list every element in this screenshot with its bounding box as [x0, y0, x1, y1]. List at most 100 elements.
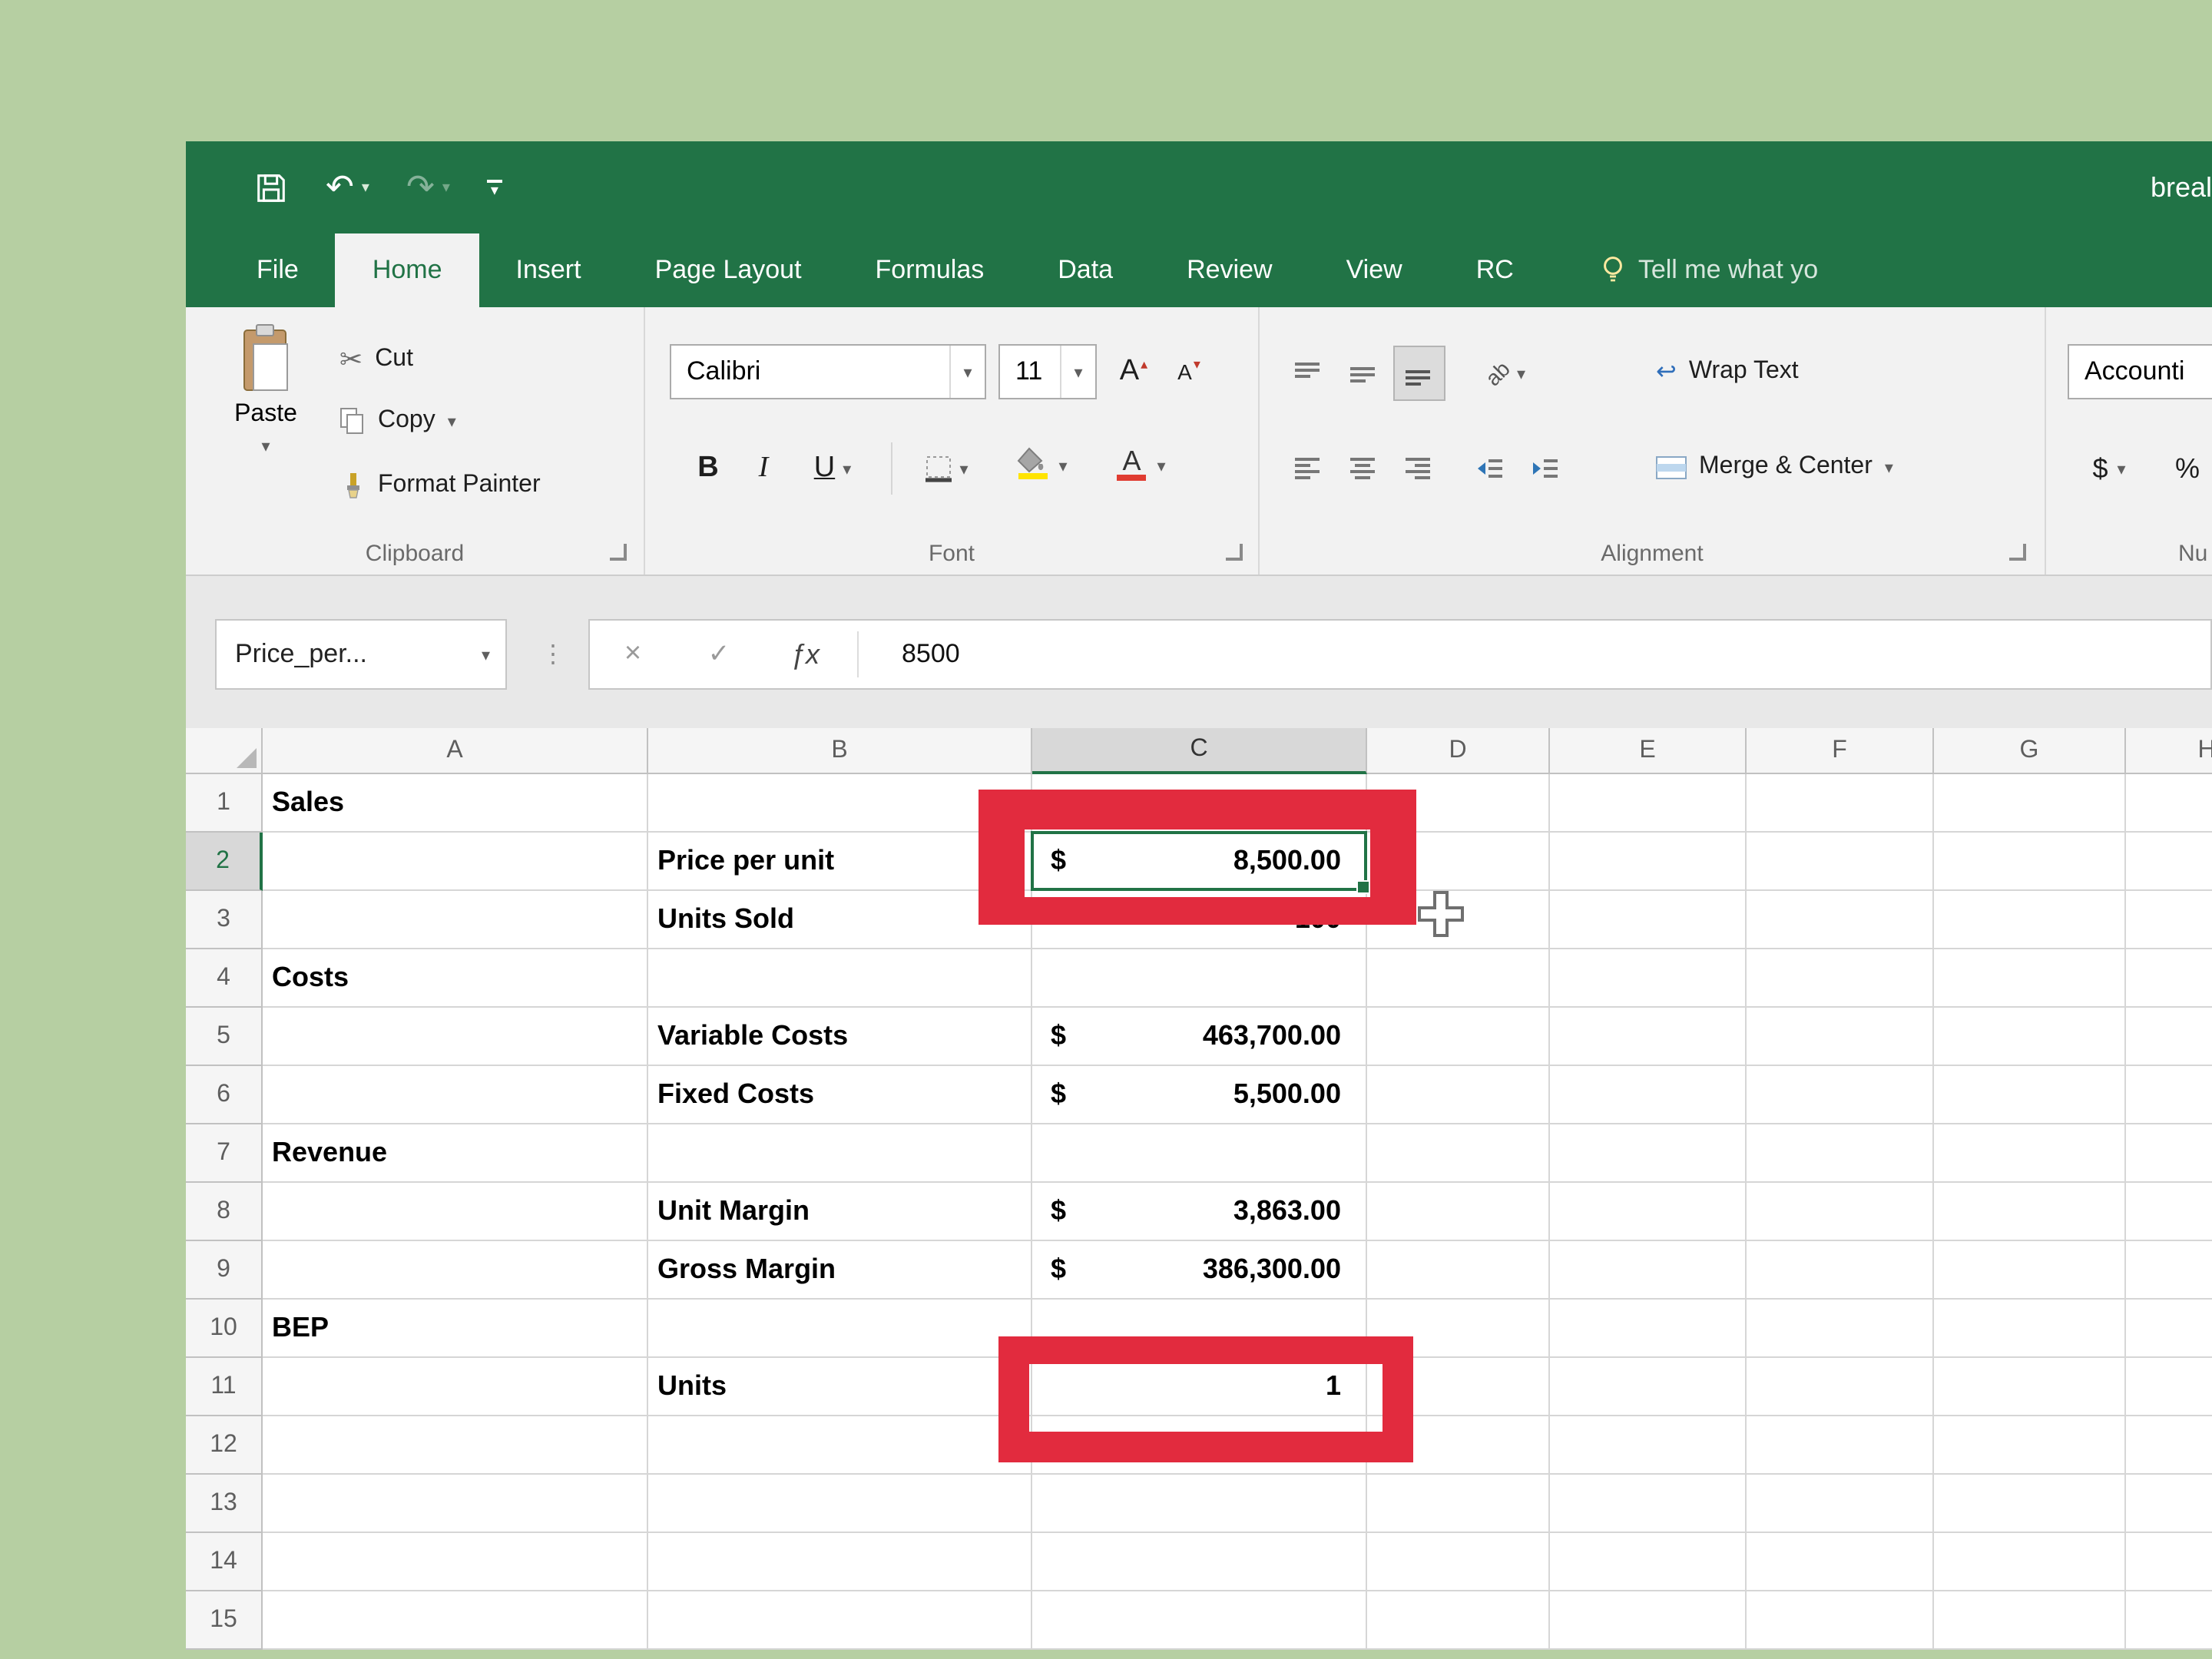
cell-C13[interactable] — [1032, 1475, 1367, 1533]
cell-E11[interactable] — [1550, 1358, 1747, 1416]
column-header-B[interactable]: B — [648, 728, 1032, 774]
font-size-dropdown-icon[interactable]: ▾ — [1060, 346, 1095, 398]
cell-E15[interactable] — [1550, 1591, 1747, 1650]
cell-G10[interactable] — [1934, 1300, 2126, 1358]
copy-button[interactable]: Copy ▾ — [339, 396, 456, 445]
accounting-dropdown-icon[interactable]: ▾ — [2117, 459, 2125, 478]
cell-A9[interactable] — [263, 1241, 648, 1300]
select-all-corner[interactable] — [186, 728, 263, 774]
font-dialog-launcher[interactable] — [1226, 544, 1243, 561]
formula-bar-splitter[interactable]: ⋮ — [541, 619, 565, 690]
top-align-button[interactable] — [1284, 347, 1333, 399]
fill-color-dropdown-icon[interactable]: ▾ — [1058, 455, 1067, 475]
row-header-9[interactable]: 9 — [186, 1241, 263, 1300]
cell-B14[interactable] — [648, 1533, 1032, 1591]
tab-home[interactable]: Home — [335, 233, 479, 307]
cell-H3[interactable] — [2126, 891, 2212, 949]
orientation-button[interactable]: ab ▾ — [1465, 347, 1545, 399]
cell-H14[interactable] — [2126, 1533, 2212, 1591]
cell-B8[interactable]: Unit Margin — [648, 1183, 1032, 1241]
cell-A2[interactable] — [263, 833, 648, 891]
row-header-2[interactable]: 2 — [186, 833, 263, 891]
cell-D4[interactable] — [1367, 949, 1550, 1008]
borders-dropdown-icon[interactable]: ▾ — [959, 459, 968, 478]
tab-rc[interactable]: RC — [1439, 233, 1551, 307]
font-size-combo[interactable]: 11 ▾ — [998, 344, 1097, 399]
formula-input[interactable]: 8500 — [868, 639, 960, 670]
cell-E5[interactable] — [1550, 1008, 1747, 1066]
cell-B2[interactable]: Price per unit — [648, 833, 1032, 891]
cell-H13[interactable] — [2126, 1475, 2212, 1533]
cell-G6[interactable] — [1934, 1066, 2126, 1124]
copy-dropdown-icon[interactable]: ▾ — [448, 411, 456, 431]
customize-qat-button[interactable]: ▾ — [486, 179, 502, 198]
redo-dropdown-icon[interactable]: ▾ — [442, 179, 450, 196]
cell-E3[interactable] — [1550, 891, 1747, 949]
cell-H1[interactable] — [2126, 774, 2212, 833]
cell-H15[interactable] — [2126, 1591, 2212, 1650]
cell-E1[interactable] — [1550, 774, 1747, 833]
redo-button[interactable]: ↷ ▾ — [406, 167, 450, 207]
cell-G13[interactable] — [1934, 1475, 2126, 1533]
name-box[interactable]: Price_per... ▾ — [215, 619, 507, 690]
tell-me-box[interactable]: Tell me what yo — [1603, 233, 1818, 307]
align-center-button[interactable] — [1339, 442, 1389, 495]
cell-G7[interactable] — [1934, 1124, 2126, 1183]
italic-button[interactable]: I — [740, 442, 786, 495]
tab-page-layout[interactable]: Page Layout — [618, 233, 839, 307]
increase-font-size-button[interactable]: A ▴ — [1109, 346, 1158, 398]
column-header-H[interactable]: H — [2126, 728, 2212, 774]
number-format-combo[interactable]: Accounti — [2068, 344, 2212, 399]
row-header-6[interactable]: 6 — [186, 1066, 263, 1124]
tab-insert[interactable]: Insert — [479, 233, 618, 307]
cell-A13[interactable] — [263, 1475, 648, 1533]
cell-F7[interactable] — [1747, 1124, 1934, 1183]
cell-A14[interactable] — [263, 1533, 648, 1591]
row-header-11[interactable]: 11 — [186, 1358, 263, 1416]
row-header-10[interactable]: 10 — [186, 1300, 263, 1358]
cell-H4[interactable] — [2126, 949, 2212, 1008]
cell-B4[interactable] — [648, 949, 1032, 1008]
cancel-button[interactable]: × — [590, 637, 676, 671]
row-header-1[interactable]: 1 — [186, 774, 263, 833]
cell-A3[interactable] — [263, 891, 648, 949]
tab-view[interactable]: View — [1310, 233, 1439, 307]
cell-A11[interactable] — [263, 1358, 648, 1416]
cell-G3[interactable] — [1934, 891, 2126, 949]
increase-indent-button[interactable] — [1521, 442, 1570, 495]
cell-F12[interactable] — [1747, 1416, 1934, 1475]
cell-A1[interactable]: Sales — [263, 774, 648, 833]
cell-C4[interactable] — [1032, 949, 1367, 1008]
cell-B1[interactable] — [648, 774, 1032, 833]
font-name-combo[interactable]: Calibri ▾ — [670, 344, 986, 399]
cell-F14[interactable] — [1747, 1533, 1934, 1591]
cell-D15[interactable] — [1367, 1591, 1550, 1650]
cell-B7[interactable] — [648, 1124, 1032, 1183]
cell-G5[interactable] — [1934, 1008, 2126, 1066]
name-box-dropdown-icon[interactable]: ▾ — [482, 644, 505, 664]
cell-D13[interactable] — [1367, 1475, 1550, 1533]
column-header-G[interactable]: G — [1934, 728, 2126, 774]
cell-D5[interactable] — [1367, 1008, 1550, 1066]
row-header-8[interactable]: 8 — [186, 1183, 263, 1241]
cell-F9[interactable] — [1747, 1241, 1934, 1300]
row-header-5[interactable]: 5 — [186, 1008, 263, 1066]
cell-H11[interactable] — [2126, 1358, 2212, 1416]
cell-G14[interactable] — [1934, 1533, 2126, 1591]
cell-F6[interactable] — [1747, 1066, 1934, 1124]
cell-C7[interactable] — [1032, 1124, 1367, 1183]
cell-G2[interactable] — [1934, 833, 2126, 891]
alignment-dialog-launcher[interactable] — [2009, 544, 2026, 561]
orientation-dropdown-icon[interactable]: ▾ — [1517, 363, 1525, 383]
cell-F1[interactable] — [1747, 774, 1934, 833]
cell-B3[interactable]: Units Sold — [648, 891, 1032, 949]
font-color-button[interactable]: A ▾ — [1100, 439, 1180, 492]
cell-G1[interactable] — [1934, 774, 2126, 833]
cell-F8[interactable] — [1747, 1183, 1934, 1241]
cell-B10[interactable] — [648, 1300, 1032, 1358]
merge-center-button[interactable]: Merge & Center ▾ — [1656, 442, 1893, 492]
save-button[interactable] — [253, 170, 289, 205]
row-header-4[interactable]: 4 — [186, 949, 263, 1008]
row-header-12[interactable]: 12 — [186, 1416, 263, 1475]
cell-H7[interactable] — [2126, 1124, 2212, 1183]
